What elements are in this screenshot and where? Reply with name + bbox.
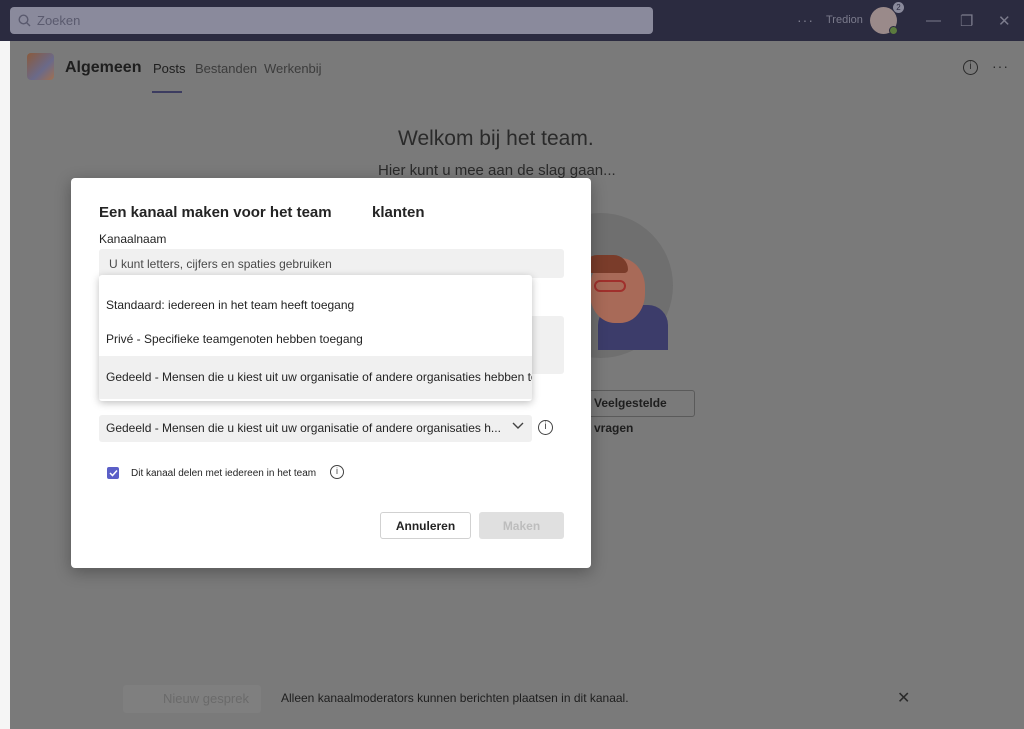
chevron-down-icon[interactable] — [512, 422, 524, 430]
notification-badge: 2 — [893, 2, 904, 13]
search-placeholder: Zoeken — [37, 13, 81, 28]
channel-name-label: Kanaalnaam — [99, 232, 167, 246]
active-tab-indicator — [152, 91, 182, 93]
option-shared[interactable]: Gedeeld - Mensen die u kiest uit uw orga… — [99, 356, 532, 399]
new-conversation-button[interactable]: Nieuw gesprek — [123, 685, 261, 713]
restore-icon[interactable]: ❐ — [960, 12, 973, 30]
close-window-icon[interactable]: ✕ — [998, 12, 1011, 30]
user-name: Tredion — [826, 14, 863, 26]
dialog-team-name: klanten — [372, 204, 425, 221]
tab-files[interactable]: Bestanden — [195, 61, 257, 76]
create-button[interactable]: Maken — [479, 512, 564, 539]
channel-title: Algemeen — [65, 59, 142, 76]
team-avatar — [27, 53, 54, 80]
tab-posts[interactable]: Posts — [153, 61, 186, 76]
share-checkbox[interactable] — [107, 467, 119, 479]
header-more-icon[interactable]: ··· — [992, 58, 1009, 74]
minimize-icon[interactable]: — — [926, 12, 941, 29]
close-icon[interactable]: ✕ — [897, 688, 910, 708]
option-private[interactable]: Privé - Specifieke teamgenoten hebben to… — [99, 329, 532, 349]
share-checkbox-label: Dit kanaal delen met iedereen in het tea… — [131, 468, 317, 479]
search-box[interactable]: Zoeken — [10, 7, 653, 34]
info-icon[interactable]: i — [963, 60, 978, 75]
dialog-title: Een kanaal maken voor het team — [99, 204, 332, 221]
moderation-notice: Alleen kanaalmoderators kunnen berichten… — [281, 691, 629, 705]
privacy-dropdown-list: Standaard: iedereen in het team heeft to… — [99, 275, 532, 401]
search-icon — [18, 14, 31, 27]
privacy-select[interactable]: Gedeeld - Mensen die u kiest uit uw orga… — [99, 415, 532, 442]
privacy-info-icon[interactable]: i — [538, 420, 553, 435]
faq-button[interactable]: Veelgestelde vragen — [579, 390, 695, 435]
channel-name-input[interactable] — [99, 249, 564, 278]
presence-status-icon — [889, 26, 898, 35]
checkmark-icon — [108, 469, 118, 477]
more-options-icon[interactable]: ··· — [797, 12, 814, 28]
welcome-subtitle: Hier kunt u mee aan de slag gaan... — [378, 162, 616, 179]
illustration-glasses — [594, 280, 626, 292]
cancel-button[interactable]: Annuleren — [380, 512, 471, 539]
tab-werkenbij[interactable]: Werkenbij — [264, 61, 322, 76]
create-channel-dialog: Een kanaal maken voor het team klanten K… — [71, 178, 591, 568]
share-info-icon[interactable]: i — [330, 465, 344, 479]
option-standard[interactable]: Standaard: iedereen in het team heeft to… — [99, 295, 532, 315]
welcome-title: Welkom bij het team. — [398, 127, 594, 150]
